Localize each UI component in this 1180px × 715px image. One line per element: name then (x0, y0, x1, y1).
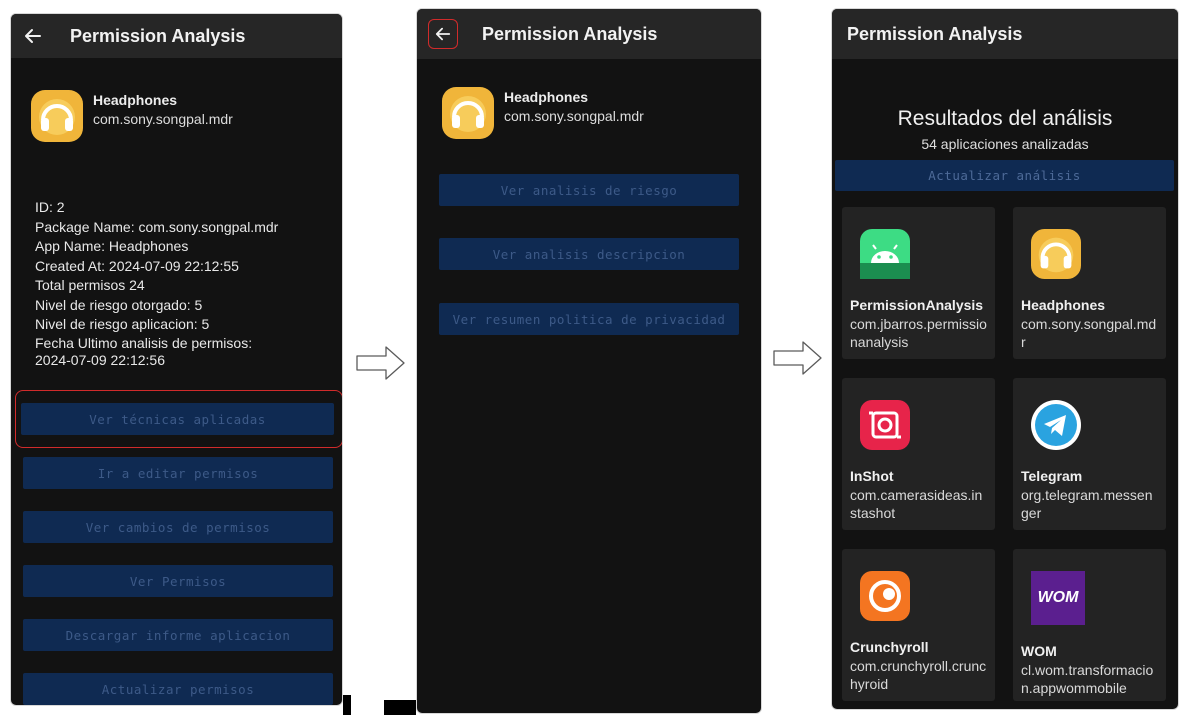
app-bar: Permission Analysis (832, 9, 1178, 59)
results-subtitle: 54 aplicaciones analizadas (921, 136, 1089, 152)
back-arrow-icon[interactable] (428, 19, 458, 49)
app-bar-title: Permission Analysis (847, 23, 1023, 44)
app-package: com.sony.songpal.mdr (93, 111, 233, 127)
detail-created-at: Created At: 2024-07-09 22:12:55 (35, 257, 239, 274)
android-icon (860, 229, 910, 279)
app-card-wom[interactable]: WOM WOM cl.wom.transformacion.appwommobi… (1013, 549, 1166, 701)
results-title: Resultados del análisis (897, 107, 1113, 130)
detail-total-permisos: Total permisos 24 (35, 277, 145, 293)
ver-tecnicas-aplicadas-button[interactable]: Ver técnicas aplicadas (21, 403, 334, 435)
wom-icon: WOM (1031, 571, 1085, 625)
dark-strip (343, 695, 351, 715)
app-card-name: WOM (1021, 643, 1057, 659)
flow-arrow-icon (356, 346, 405, 380)
detail-app-name: App Name: Headphones (35, 238, 189, 254)
app-bar: Permission Analysis (11, 14, 342, 58)
app-card-headphones[interactable]: Headphones com.sony.songpal.mdr (1013, 207, 1166, 359)
ver-permisos-button[interactable]: Ver Permisos (23, 565, 333, 597)
app-card-telegram[interactable]: Telegram org.telegram.messenger (1013, 378, 1166, 530)
ver-analisis-descripcion-button[interactable]: Ver analisis descripcion (439, 238, 739, 270)
app-package: com.sony.songpal.mdr (504, 108, 644, 124)
detail-id: ID: 2 (35, 199, 65, 215)
screen-app-detail: Permission Analysis Headphones com.sony.… (10, 13, 343, 706)
app-card-package: cl.wom.transformacion.appwommobile (1021, 662, 1154, 696)
app-card-permissionanalysis[interactable]: PermissionAnalysis com.jbarros.permissio… (842, 207, 995, 359)
detail-nivel-riesgo-aplicacion: Nivel de riesgo aplicacion: 5 (35, 316, 210, 332)
app-bar: Permission Analysis (417, 9, 761, 59)
screen-app-analysis: Permission Analysis Headphones com.sony.… (416, 8, 762, 714)
app-header: Headphones com.sony.songpal.mdr (31, 90, 233, 142)
app-name: Headphones (93, 92, 178, 108)
app-card-name: Headphones (1021, 297, 1106, 313)
detail-package-name: Package Name: com.sony.songpal.mdr (35, 218, 279, 235)
app-card-package: com.jbarros.permissionanalysis (850, 316, 987, 350)
app-card-package: com.camerasideas.instashot (850, 487, 983, 521)
app-card-inshot[interactable]: InShot com.camerasideas.instashot (842, 378, 995, 530)
flow-arrow-icon (773, 341, 822, 375)
wom-logo-text: WOM (1037, 589, 1079, 606)
screen-results: Permission Analysis Resultados del análi… (831, 8, 1179, 710)
ver-resumen-politica-button[interactable]: Ver resumen politica de privacidad (439, 303, 739, 335)
ir-a-editar-permisos-button[interactable]: Ir a editar permisos (23, 457, 333, 489)
app-card-package: com.sony.songpal.mdr (1021, 316, 1157, 350)
actualizar-permisos-button[interactable]: Actualizar permisos (23, 673, 333, 705)
ver-analisis-de-riesgo-button[interactable]: Ver analisis de riesgo (439, 174, 739, 206)
headphones-icon (442, 87, 494, 139)
inshot-icon (860, 400, 910, 450)
app-details: ID: 2 Package Name: com.sony.songpal.mdr… (35, 198, 325, 369)
app-name: Headphones (504, 89, 589, 105)
app-bar-title: Permission Analysis (482, 23, 658, 44)
app-card-package: com.crunchyroll.crunchyroid (850, 658, 987, 692)
telegram-icon (1031, 400, 1081, 450)
app-card-name: Crunchyroll (850, 639, 929, 655)
app-header: Headphones com.sony.songpal.mdr (442, 87, 644, 139)
crunchyroll-icon (860, 571, 910, 621)
app-card-name: PermissionAnalysis (850, 297, 984, 313)
app-card-crunchyroll[interactable]: Crunchyroll com.crunchyroll.crunchyroid (842, 549, 995, 701)
app-card-name: Telegram (1021, 468, 1083, 484)
descargar-informe-button[interactable]: Descargar informe aplicacion (23, 619, 333, 651)
headphones-icon (31, 90, 83, 142)
actualizar-analisis-button[interactable]: Actualizar análisis (835, 160, 1174, 191)
detail-nivel-riesgo-otorgado: Nivel de riesgo otorgado: 5 (35, 296, 203, 313)
app-bar-title: Permission Analysis (70, 25, 246, 46)
app-card-name: InShot (850, 468, 894, 484)
dark-strip (384, 700, 416, 715)
detail-fecha-ultimo-analisis: Fecha Ultimo analisis de permisos: 2024-… (35, 334, 253, 368)
app-card-package: org.telegram.messenger (1021, 487, 1153, 521)
headphones-icon (1031, 229, 1081, 279)
ver-cambios-de-permisos-button[interactable]: Ver cambios de permisos (23, 511, 333, 543)
back-arrow-icon[interactable] (20, 23, 46, 49)
